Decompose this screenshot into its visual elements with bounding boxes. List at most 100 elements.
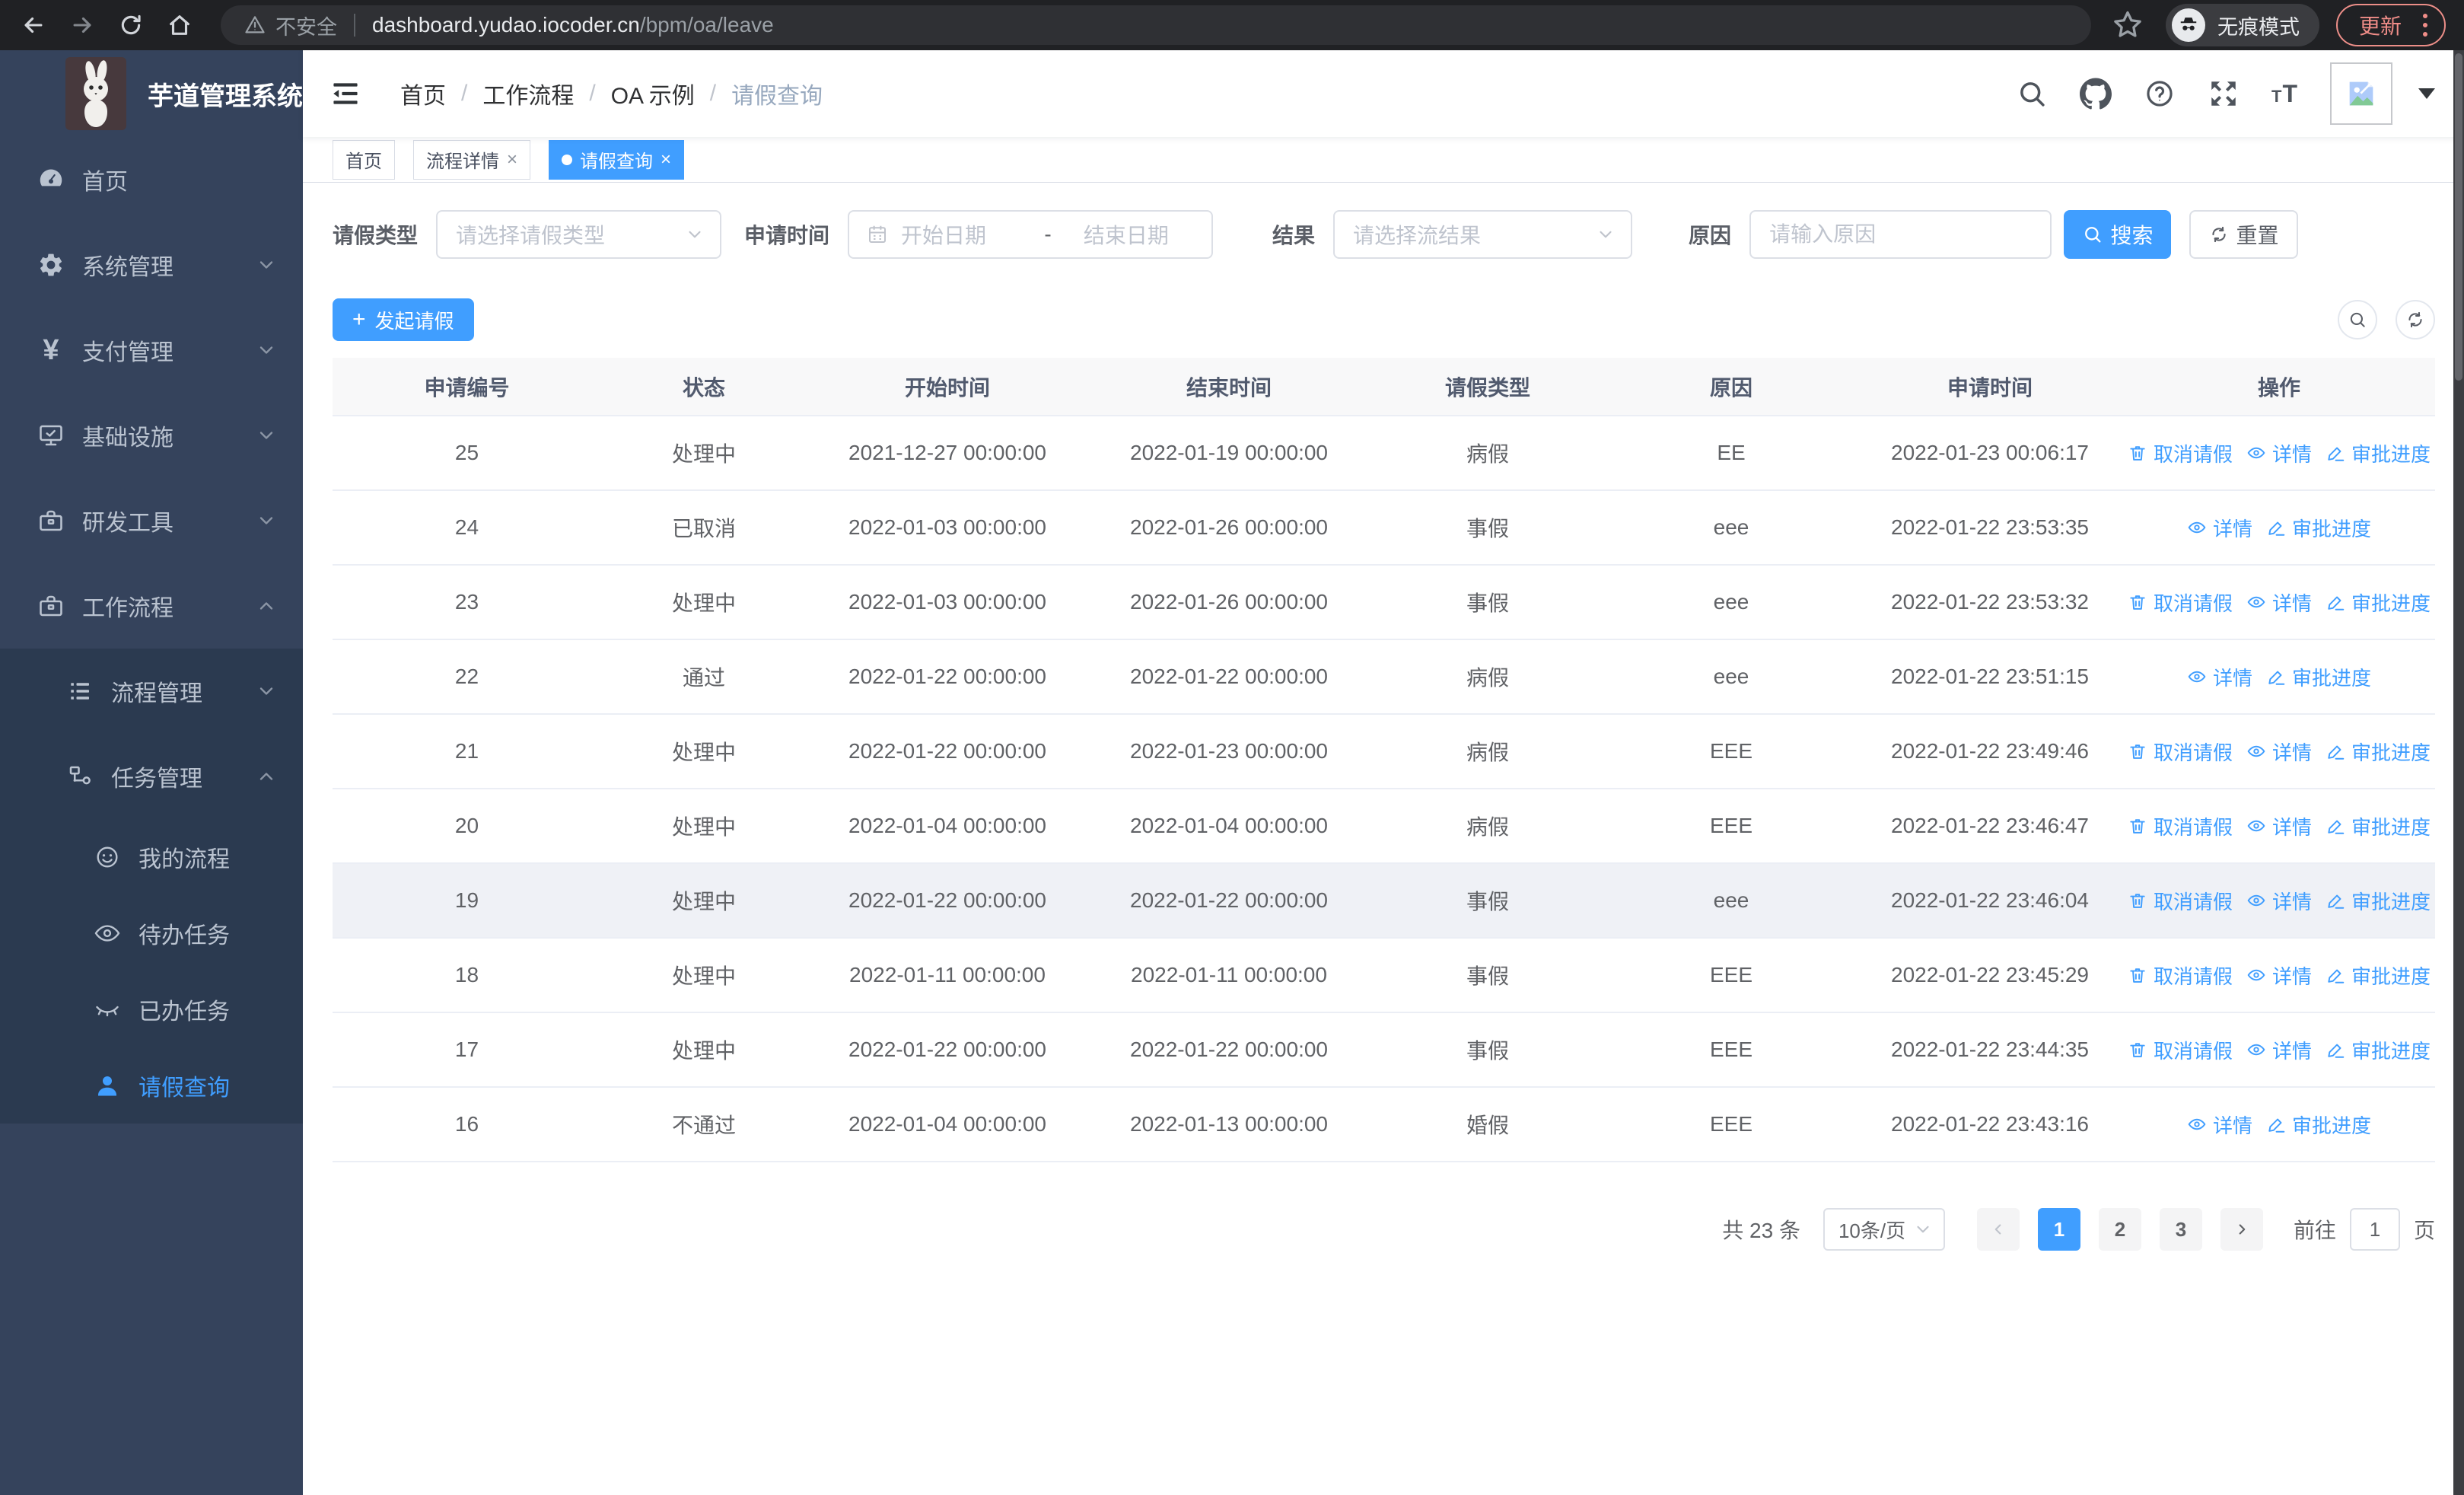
breadcrumb-item[interactable]: OA 示例: [611, 77, 695, 110]
browser-forward-button[interactable]: [64, 7, 100, 43]
cancel-leave-link[interactable]: 取消请假: [2128, 812, 2233, 840]
detail-link[interactable]: 详情: [2187, 514, 2252, 542]
progress-link[interactable]: 审批进度: [2326, 439, 2431, 467]
browser-update-button[interactable]: 更新: [2335, 4, 2446, 46]
page-size-select[interactable]: 10条/页: [1823, 1208, 1945, 1251]
browser-home-button[interactable]: [161, 7, 198, 43]
page-button-3[interactable]: 3: [2159, 1208, 2202, 1251]
cancel-leave-link[interactable]: 取消请假: [2128, 887, 2233, 915]
cancel-leave-link[interactable]: 取消请假: [2128, 961, 2233, 990]
search-button[interactable]: 搜索: [2064, 210, 2172, 259]
progress-link[interactable]: 审批进度: [2326, 1036, 2431, 1064]
action-label: 取消请假: [2153, 442, 2233, 466]
github-icon[interactable]: [2080, 78, 2112, 110]
browser-back-button[interactable]: [15, 7, 52, 43]
progress-link[interactable]: 审批进度: [2326, 738, 2431, 766]
reason-input[interactable]: [1769, 222, 2033, 247]
cell-leave-type: 病假: [1370, 789, 1606, 864]
detail-link[interactable]: 详情: [2246, 812, 2312, 840]
progress-link[interactable]: 审批进度: [2326, 961, 2431, 990]
font-size-icon[interactable]: TT: [2271, 81, 2298, 106]
progress-link[interactable]: 审批进度: [2326, 588, 2431, 617]
apply-time-range-picker[interactable]: 开始日期 - 结束日期: [848, 210, 1214, 259]
breadcrumb-item[interactable]: 工作流程: [482, 77, 574, 110]
avatar[interactable]: [2330, 62, 2392, 125]
end-date-placeholder: 结束日期: [1083, 224, 1169, 247]
cancel-leave-link[interactable]: 取消请假: [2128, 439, 2233, 467]
breadcrumb-item[interactable]: 首页: [400, 77, 446, 110]
next-page-button[interactable]: [2220, 1208, 2263, 1251]
browser-menu-icon[interactable]: [2417, 14, 2434, 37]
sidebar-item-home[interactable]: 首页: [0, 137, 303, 222]
create-leave-button[interactable]: + 发起请假: [333, 298, 474, 341]
sidebar-item-dev-tools[interactable]: 研发工具: [0, 478, 303, 563]
action-label: 审批进度: [2351, 1039, 2431, 1063]
toggle-search-icon[interactable]: [2338, 300, 2377, 339]
detail-link[interactable]: 详情: [2246, 961, 2312, 990]
cell-start-time: 2021-12-27 00:00:00: [807, 416, 1088, 491]
cell-status: 处理中: [601, 789, 807, 864]
cell-reason: EEE: [1606, 938, 1857, 1013]
cancel-leave-link[interactable]: 取消请假: [2128, 738, 2233, 766]
fullscreen-icon[interactable]: [2208, 78, 2240, 110]
eye-view-icon: [2187, 667, 2207, 687]
sidebar-item-payment-management[interactable]: ¥ 支付管理: [0, 308, 303, 393]
tab-process-detail[interactable]: 流程详情 ×: [413, 139, 531, 180]
detail-link[interactable]: 详情: [2187, 663, 2252, 691]
sidebar-item-process-management[interactable]: 流程管理: [0, 649, 303, 734]
progress-link[interactable]: 审批进度: [2266, 1111, 2371, 1139]
sidebar-item-leave-query[interactable]: 请假查询: [0, 1047, 303, 1124]
cell-start-time: 2022-01-22 00:00:00: [807, 639, 1088, 715]
action-label: 取消请假: [2153, 591, 2233, 615]
goto-page-input[interactable]: [2351, 1210, 2399, 1249]
avatar-caret-down-icon[interactable]: [2418, 88, 2435, 99]
browser-reload-button[interactable]: [113, 7, 149, 43]
cancel-leave-link[interactable]: 取消请假: [2128, 1036, 2233, 1064]
tab-close-icon[interactable]: ×: [661, 149, 671, 171]
sidebar-item-done-tasks[interactable]: 已办任务: [0, 971, 303, 1047]
scrollbar-thumb[interactable]: [2455, 53, 2462, 381]
refresh-table-icon[interactable]: [2396, 300, 2435, 339]
detail-link[interactable]: 详情: [2246, 1036, 2312, 1064]
tab-home[interactable]: 首页: [333, 139, 395, 180]
page-scrollbar[interactable]: [2453, 50, 2464, 1495]
cell-end-time: 2022-01-26 00:00:00: [1088, 565, 1370, 640]
sidebar-item-my-processes[interactable]: 我的流程: [0, 819, 303, 895]
page-button-2[interactable]: 2: [2098, 1208, 2141, 1251]
sidebar-fold-icon[interactable]: [329, 77, 362, 110]
column-header: 请假类型: [1370, 358, 1606, 416]
action-label: 详情: [2271, 890, 2312, 913]
help-icon[interactable]: [2144, 78, 2176, 110]
prev-page-button[interactable]: [1976, 1208, 2020, 1251]
detail-link[interactable]: 详情: [2187, 1111, 2252, 1139]
bookmark-star-icon[interactable]: [2111, 8, 2144, 42]
tab-leave-query[interactable]: 请假查询 ×: [549, 139, 685, 180]
sidebar-item-workflow[interactable]: 工作流程: [0, 563, 303, 649]
detail-link[interactable]: 详情: [2246, 738, 2312, 766]
detail-link[interactable]: 详情: [2246, 439, 2312, 467]
sidebar-item-system-management[interactable]: 系统管理: [0, 222, 303, 308]
leave-type-select[interactable]: 请选择请假类型: [436, 210, 722, 259]
address-bar[interactable]: 不安全 dashboard.yudao.iocoder.cn/bpm/oa/le…: [221, 5, 2091, 45]
progress-link[interactable]: 审批进度: [2266, 514, 2371, 542]
result-select[interactable]: 请选择流结果: [1333, 210, 1633, 259]
sidebar-item-label: 支付管理: [82, 340, 173, 365]
header-search-icon[interactable]: [2016, 78, 2048, 110]
app-logo[interactable]: 芋道管理系统: [0, 50, 303, 137]
reset-button[interactable]: 重置: [2189, 210, 2299, 259]
sidebar-item-todo-tasks[interactable]: 待办任务: [0, 895, 303, 971]
detail-link[interactable]: 详情: [2246, 588, 2312, 617]
cell-end-time: 2022-01-26 00:00:00: [1088, 490, 1370, 566]
progress-link[interactable]: 审批进度: [2266, 663, 2371, 691]
tab-label: 请假查询: [580, 151, 654, 172]
tab-close-icon[interactable]: ×: [507, 149, 517, 171]
sidebar-item-infrastructure[interactable]: 基础设施: [0, 393, 303, 478]
progress-link[interactable]: 审批进度: [2326, 812, 2431, 840]
page-button-1[interactable]: 1: [2037, 1208, 2080, 1251]
cancel-leave-link[interactable]: 取消请假: [2128, 588, 2233, 617]
progress-link[interactable]: 审批进度: [2326, 887, 2431, 915]
column-header: 申请时间: [1857, 358, 2123, 416]
detail-link[interactable]: 详情: [2246, 887, 2312, 915]
calendar-icon: [866, 223, 889, 246]
sidebar-item-task-management[interactable]: 任务管理: [0, 734, 303, 819]
